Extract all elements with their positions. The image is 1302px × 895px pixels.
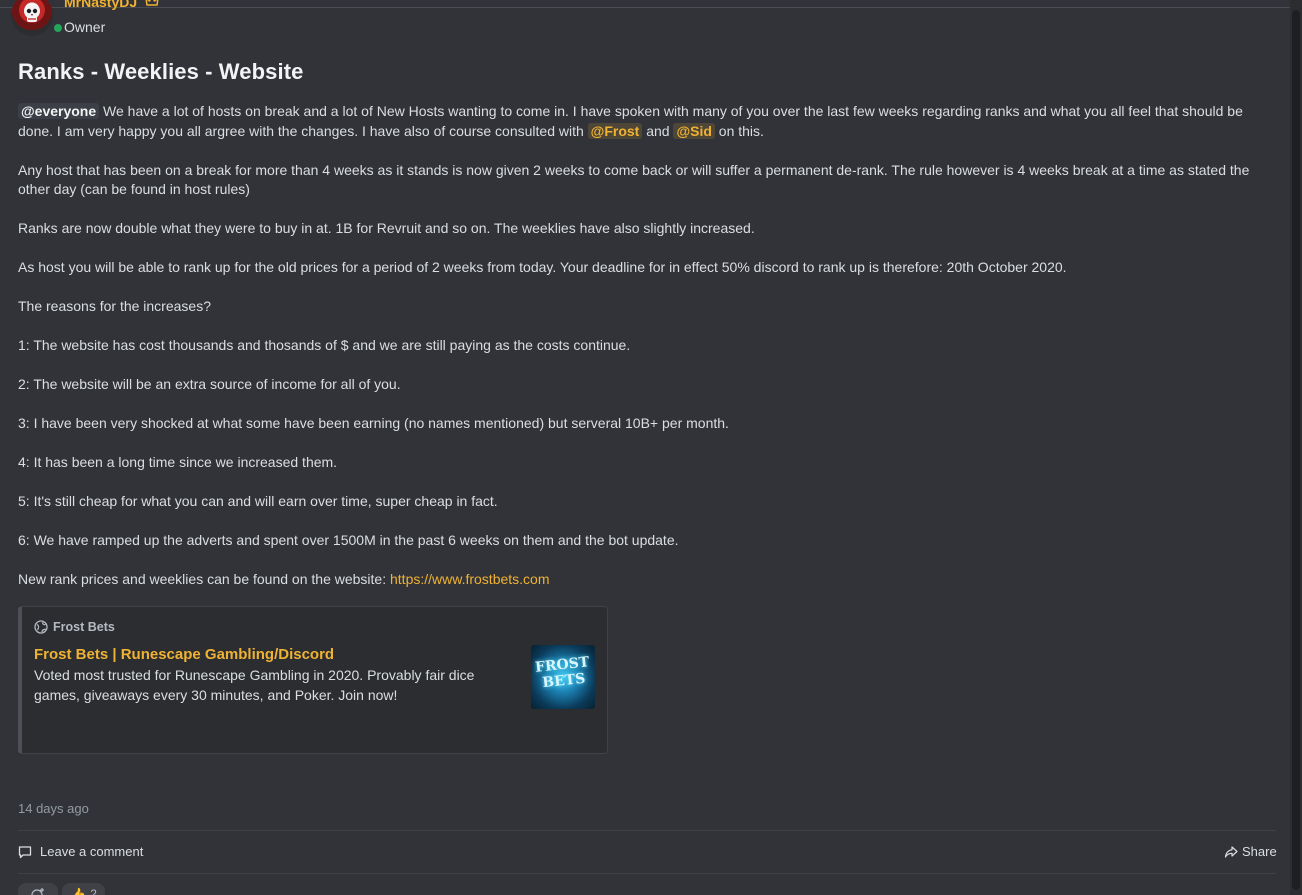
add-emoji-icon xyxy=(31,888,44,895)
paragraph-closing: New rank prices and weeklies can be foun… xyxy=(18,570,1280,590)
reason-item: 3: I have been very shocked at what some… xyxy=(18,415,729,431)
reason-item: 2: The website will be an extra source o… xyxy=(18,376,401,392)
link-embed: Frost Bets Frost Bets | Runescape Gambli… xyxy=(18,606,608,754)
reason-item: 1: The website has cost thousands and th… xyxy=(18,337,631,353)
embed-thumbnail[interactable]: FROST BETS xyxy=(531,645,595,709)
crown-icon xyxy=(145,0,159,6)
embed-title-link[interactable]: Frost Bets | Runescape Gambling/Discord xyxy=(34,646,334,663)
paragraph-text: on this. xyxy=(714,122,764,139)
paragraph-rank-prices: Ranks are now double what they were to b… xyxy=(18,220,755,236)
online-status-dot xyxy=(52,22,64,34)
reason-item: 6: We have ramped up the adverts and spe… xyxy=(18,532,679,548)
author-avatar[interactable] xyxy=(11,0,64,36)
comment-icon xyxy=(18,845,32,858)
reason-item: 4: It has been a long time since we incr… xyxy=(18,454,338,470)
thumbs-up-icon: 👍 xyxy=(70,886,87,895)
footer-divider-bottom xyxy=(18,873,1276,874)
globe-icon xyxy=(34,620,48,634)
forum-post-page: MrNastyDJ Owner Ranks - Weeklies - Websi… xyxy=(0,0,1302,895)
share-button[interactable]: Share xyxy=(1224,844,1277,859)
leave-comment-button[interactable]: Leave a comment xyxy=(18,844,143,859)
author-role: Owner xyxy=(64,19,106,35)
skull-icon xyxy=(24,3,40,22)
embed-provider-name: Frost Bets xyxy=(53,620,115,634)
logo-line: BETS xyxy=(541,670,587,692)
footer-divider-top xyxy=(18,830,1276,831)
share-label: Share xyxy=(1242,844,1277,859)
frost-bets-logo: FROST BETS xyxy=(531,654,595,693)
mention-frost[interactable]: @Frost xyxy=(587,122,643,139)
paragraph-reasons-heading: The reasons for the increases? xyxy=(18,298,211,314)
add-reaction-button[interactable] xyxy=(18,883,58,895)
paragraph-text: and xyxy=(642,122,674,139)
website-link[interactable]: https://www.frostbets.com xyxy=(390,571,550,587)
leave-comment-label: Leave a comment xyxy=(40,844,144,859)
scrollbar[interactable] xyxy=(1290,0,1302,895)
share-icon xyxy=(1224,845,1238,858)
post-timestamp: 14 days ago xyxy=(18,801,89,816)
embed-description: Voted most trusted for Runescape Gamblin… xyxy=(34,667,475,703)
paragraph-break-rule: Any host that has been on a break for mo… xyxy=(18,161,1250,198)
scrollbar-thumb[interactable] xyxy=(1292,10,1300,890)
paragraph-deadline: As host you will be able to rank up for … xyxy=(18,259,1067,275)
embed-provider[interactable]: Frost Bets xyxy=(34,620,115,634)
paragraph-intro: @everyone We have a lot of hosts on brea… xyxy=(18,102,1280,141)
header-divider xyxy=(0,7,1290,8)
paragraph-text: New rank prices and weeklies can be foun… xyxy=(18,571,390,587)
reason-item: 5: It's still cheap for what you can and… xyxy=(18,493,498,509)
reaction-bar: 👍 2 xyxy=(18,883,105,895)
reaction-count: 2 xyxy=(90,887,97,895)
author-name[interactable]: MrNastyDJ xyxy=(64,0,137,11)
post-title: Ranks - Weeklies - Website xyxy=(18,59,304,84)
post-body: @everyone We have a lot of hosts on brea… xyxy=(18,102,1280,609)
thumbs-up-reaction[interactable]: 👍 2 xyxy=(62,883,105,895)
mention-everyone[interactable]: @everyone xyxy=(18,103,100,119)
mention-sid[interactable]: @Sid xyxy=(673,122,715,139)
